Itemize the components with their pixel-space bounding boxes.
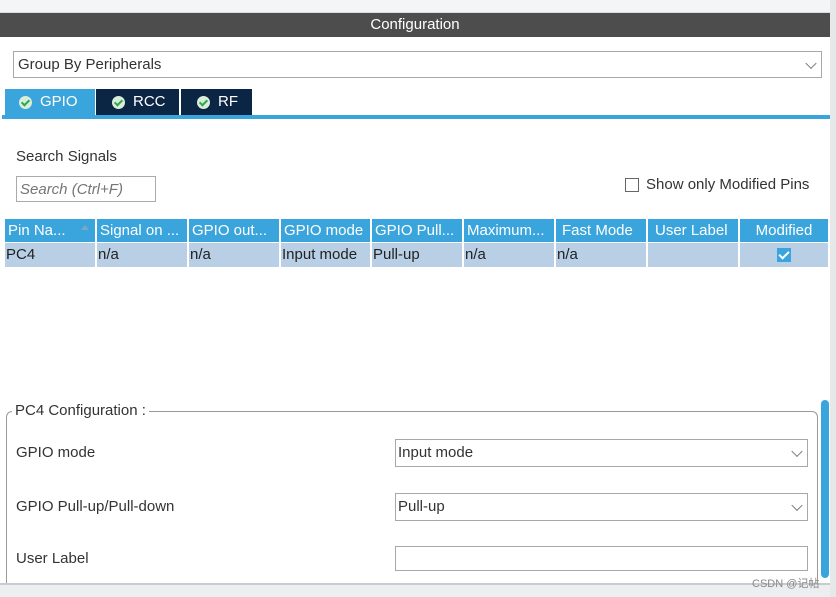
cell-modified[interactable]: [740, 243, 828, 267]
cell-gpio-pull[interactable]: Pull-up: [372, 243, 462, 267]
header-label: Pin Na...: [8, 222, 66, 239]
gpio-mode-select[interactable]: Input mode: [395, 439, 808, 467]
top-strip: [0, 0, 836, 13]
tab-rf[interactable]: RF: [181, 89, 252, 115]
tab-label: RCC: [133, 93, 166, 110]
gpio-pull-value: Pull-up: [398, 498, 445, 515]
cell-pin-name[interactable]: PC4: [5, 243, 95, 267]
sort-icon: [81, 225, 89, 230]
gpio-mode-value: Input mode: [398, 444, 474, 461]
search-label: Search Signals: [16, 148, 117, 165]
tab-label: GPIO: [40, 93, 78, 110]
chevron-down-icon: [791, 445, 803, 458]
group-by-value: Group By Peripherals: [18, 56, 162, 73]
gpio-mode-label: GPIO mode: [16, 444, 96, 461]
column-header-gpio-mode[interactable]: GPIO mode: [281, 219, 370, 242]
gpio-pull-label: GPIO Pull-up/Pull-down: [16, 498, 175, 515]
group-by-dropdown[interactable]: Group By Peripherals: [13, 51, 822, 78]
tab-label: RF: [218, 93, 238, 110]
cell-user-label[interactable]: [648, 243, 738, 267]
check-circle-icon: [112, 95, 125, 109]
cell-fast-mode[interactable]: n/a: [556, 243, 646, 267]
watermark: CSDN @记帖: [752, 578, 820, 590]
column-header-gpio-output[interactable]: GPIO out...: [189, 219, 279, 242]
column-header-maximum[interactable]: Maximum...: [464, 219, 554, 242]
check-circle-icon: [19, 95, 32, 109]
cell-maximum[interactable]: n/a: [464, 243, 554, 267]
show-modified-checkbox[interactable]: [625, 178, 639, 192]
user-label-input[interactable]: [395, 546, 808, 571]
chevron-down-icon: [791, 499, 803, 512]
panel-edge: [830, 0, 836, 597]
check-circle-icon: [197, 95, 210, 109]
config-title: PC4 Configuration :: [12, 402, 149, 419]
user-label-label: User Label: [16, 550, 89, 567]
column-header-pin-name[interactable]: Pin Na...: [5, 219, 95, 242]
column-header-user-label[interactable]: User Label: [648, 219, 738, 242]
cell-signal[interactable]: n/a: [97, 243, 187, 267]
scrollbar[interactable]: [821, 400, 829, 578]
tab-gpio[interactable]: GPIO: [5, 89, 95, 115]
cell-gpio-mode[interactable]: Input mode: [281, 243, 370, 267]
search-input[interactable]: [16, 176, 156, 202]
chevron-down-icon: [805, 57, 817, 69]
column-header-gpio-pull[interactable]: GPIO Pull...: [372, 219, 462, 242]
column-header-fast-mode[interactable]: Fast Mode: [556, 219, 646, 242]
tab-rcc[interactable]: RCC: [96, 89, 179, 115]
cell-gpio-output[interactable]: n/a: [189, 243, 279, 267]
column-header-modified[interactable]: Modified: [740, 219, 828, 242]
gpio-pull-select[interactable]: Pull-up: [395, 493, 808, 521]
modified-checkbox[interactable]: [777, 248, 791, 262]
bottom-border: [0, 583, 830, 597]
show-modified-label: Show only Modified Pins: [646, 176, 810, 193]
column-header-signal[interactable]: Signal on ...: [97, 219, 187, 242]
tab-underline: [2, 115, 830, 119]
panel-title: Configuration: [0, 13, 830, 37]
